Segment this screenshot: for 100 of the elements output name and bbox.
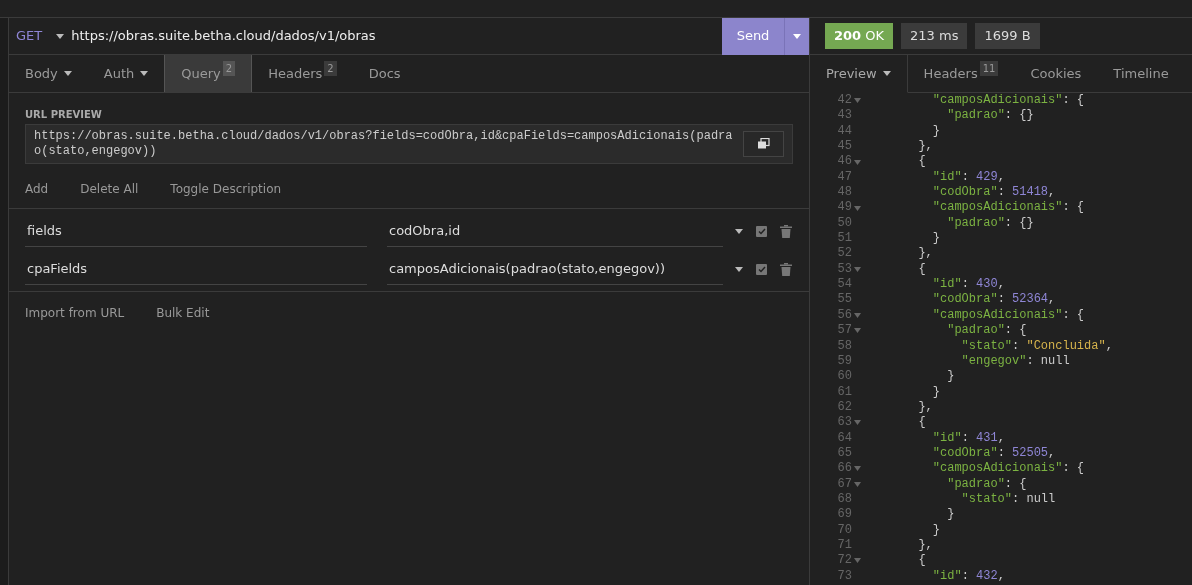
count-badge: 2: [324, 61, 337, 76]
code-line: "id": 429,: [931, 169, 1005, 186]
line-number: 50: [836, 215, 852, 232]
tab[interactable]: Body: [9, 55, 88, 92]
line-number: 71: [836, 537, 852, 554]
count-badge: 11: [979, 61, 999, 76]
line-number: 70: [836, 522, 852, 538]
action-link[interactable]: Toggle Description: [160, 180, 292, 198]
line-number: 57: [836, 323, 852, 339]
code-line: }: [931, 384, 940, 400]
line-number: 66: [836, 461, 852, 477]
line-number: 65: [836, 445, 852, 462]
line-number: 45: [836, 139, 852, 155]
method-dropdown[interactable]: GET: [9, 26, 57, 46]
time-badge: 213 ms: [901, 23, 968, 49]
tab[interactable]: Timeline: [1097, 55, 1185, 93]
line-number: 51: [836, 231, 852, 247]
code-line: "stato": null: [960, 491, 1056, 508]
enable-checkbox[interactable]: [756, 225, 767, 237]
code-line: }: [946, 507, 955, 523]
line-number: 63: [836, 415, 852, 431]
enable-checkbox[interactable]: [756, 263, 767, 275]
line-number: 42: [836, 93, 852, 109]
status-badge: 200 OK: [825, 23, 894, 49]
send-button[interactable]: Send: [722, 17, 784, 55]
code-line: }: [931, 522, 940, 538]
dropdown-caret-icon: [735, 228, 743, 234]
tab[interactable]: Headers 11: [907, 55, 1015, 93]
line-number: 69: [836, 507, 852, 523]
code-line: "camposAdicionais": {: [931, 307, 1085, 324]
line-number: 72: [836, 553, 852, 569]
line-number: 44: [836, 123, 852, 140]
line-number: 46: [836, 154, 852, 170]
delete-icon[interactable]: [780, 262, 792, 276]
code-line: "id": 431,: [931, 430, 1005, 446]
code-line: {: [917, 553, 926, 569]
param-name-field[interactable]: cpaFields: [25, 253, 367, 285]
tab[interactable]: Auth: [87, 55, 165, 92]
action-link[interactable]: Delete All: [70, 180, 149, 198]
line-number: 58: [836, 338, 852, 354]
copy-button[interactable]: [743, 131, 784, 157]
code-line: "codObra": 52505,: [931, 445, 1056, 462]
line-number: 55: [836, 292, 852, 308]
send-options-button[interactable]: [784, 17, 809, 55]
line-number: 43: [836, 108, 852, 124]
line-number: 73: [836, 568, 852, 584]
line-number: 61: [836, 384, 852, 400]
line-number: 52: [836, 246, 852, 262]
code-line: },: [917, 537, 933, 554]
param-value-field[interactable]: camposAdicionais(padrao(stato,engegov)): [387, 253, 723, 285]
code-line: {: [917, 154, 926, 170]
copy-icon: [757, 138, 770, 150]
caret-icon: [56, 33, 65, 39]
count-badge: 2: [222, 61, 236, 76]
action-link[interactable]: Import from URL: [15, 304, 135, 322]
line-number: 60: [836, 369, 852, 385]
code-line: },: [917, 246, 933, 262]
line-number: 56: [836, 307, 852, 324]
code-line: },: [917, 139, 933, 155]
size-badge: 1699 B: [975, 23, 1040, 49]
line-number: 47: [836, 169, 852, 186]
line-number: 53: [836, 261, 852, 278]
dropdown-caret-icon: [735, 266, 743, 272]
code-line: }: [931, 123, 940, 140]
code-line: }: [946, 369, 955, 385]
line-number: 68: [836, 491, 852, 508]
param-value-field[interactable]: codObra,id: [387, 215, 723, 247]
tab[interactable]: Docs: [352, 55, 417, 92]
line-number: 64: [836, 430, 852, 446]
code-line: },: [917, 399, 933, 416]
code-line: }: [931, 231, 940, 247]
tab[interactable]: Query 2: [164, 55, 253, 92]
line-number: 67: [836, 476, 852, 492]
line-number: 62: [836, 399, 852, 416]
code-line: "padrao": {: [946, 476, 1027, 492]
action-link[interactable]: Bulk Edit: [146, 304, 220, 322]
line-number: 59: [836, 353, 852, 370]
code-line: "id": 432,: [931, 568, 1005, 584]
line-number: 54: [836, 277, 852, 293]
code-line: "id": 430,: [931, 277, 1005, 293]
section-label: URL PREVIEW: [24, 108, 103, 122]
tab[interactable]: Cookies: [1014, 55, 1098, 93]
param-name-field[interactable]: fields: [25, 215, 367, 247]
code-line: "codObra": 52364,: [931, 292, 1056, 308]
code-line: "padrao": {}: [946, 215, 1034, 232]
code-line: {: [917, 415, 926, 431]
line-number: 49: [836, 200, 852, 216]
url-preview-text: https://obras.suite.betha.cloud/dados/v1/obras?fields=codObra,id&cpaFields=camposAdicionais(padrao(stato,engegov)): [34, 129, 734, 159]
code-line: "camposAdicionais": {: [931, 93, 1085, 109]
delete-icon[interactable]: [780, 224, 792, 238]
url-field[interactable]: https://obras.suite.betha.cloud/dados/v1/obras: [71, 26, 722, 46]
tab[interactable]: Headers 2: [252, 55, 353, 92]
code-line: {: [917, 261, 926, 278]
code-line: "padrao": {: [946, 323, 1027, 339]
code-line: "camposAdicionais": {: [931, 461, 1085, 477]
code-line: "stato": "Concluida",: [960, 338, 1113, 354]
tab[interactable]: Preview: [810, 55, 908, 93]
action-link[interactable]: Add: [15, 180, 59, 198]
code-line: "engegov": null: [960, 353, 1070, 370]
code-line: "camposAdicionais": {: [931, 200, 1085, 216]
